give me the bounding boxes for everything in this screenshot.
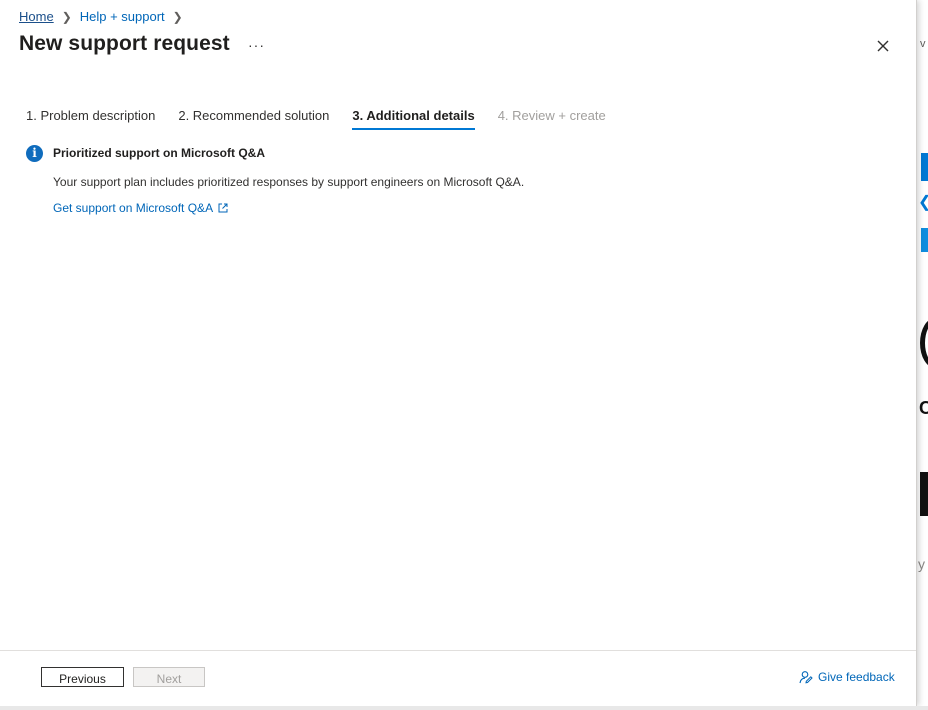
background-text: y	[918, 556, 925, 572]
breadcrumb: Home ❯ Help + support ❯	[19, 9, 191, 24]
external-link-icon	[218, 203, 228, 213]
breadcrumb-home-link[interactable]: Home	[19, 9, 54, 24]
info-description: Your support plan includes prioritized r…	[53, 175, 525, 189]
give-feedback-label: Give feedback	[818, 670, 895, 684]
background-element	[921, 228, 928, 252]
background-element	[921, 153, 928, 181]
background-element	[920, 318, 928, 368]
background-element	[920, 472, 928, 516]
background-page: v ❮ C y	[916, 0, 928, 710]
chevron-left-icon: ❮	[918, 192, 928, 212]
tab-review-create: 4. Review + create	[497, 108, 606, 123]
support-request-blade: Home ❯ Help + support ❯ New support requ…	[0, 0, 917, 706]
close-icon[interactable]	[874, 37, 892, 55]
wizard-tabs: 1. Problem description 2. Recommended so…	[26, 108, 629, 130]
info-title: Prioritized support on Microsoft Q&A	[53, 146, 265, 160]
background-text: v	[920, 38, 926, 50]
tab-additional-details[interactable]: 3. Additional details	[352, 108, 475, 130]
tab-problem-description[interactable]: 1. Problem description	[26, 108, 155, 130]
tab-recommended-solution[interactable]: 2. Recommended solution	[178, 108, 329, 130]
chevron-right-icon: ❯	[61, 9, 72, 24]
background-text: C	[919, 398, 928, 418]
give-feedback-button[interactable]: Give feedback	[799, 670, 895, 684]
chevron-right-icon: ❯	[172, 9, 183, 24]
breadcrumb-help-support-link[interactable]: Help + support	[80, 9, 165, 24]
info-icon: i	[26, 145, 43, 162]
previous-button[interactable]: Previous	[41, 667, 124, 687]
next-button: Next	[133, 667, 205, 687]
feedback-icon	[799, 671, 813, 684]
get-support-link[interactable]: Get support on Microsoft Q&A	[53, 201, 228, 215]
more-options-button[interactable]: ···	[248, 37, 265, 53]
get-support-link-label: Get support on Microsoft Q&A	[53, 201, 214, 215]
window-bottom-edge	[0, 706, 928, 710]
footer-divider	[0, 650, 916, 651]
page-title: New support request	[19, 32, 230, 55]
